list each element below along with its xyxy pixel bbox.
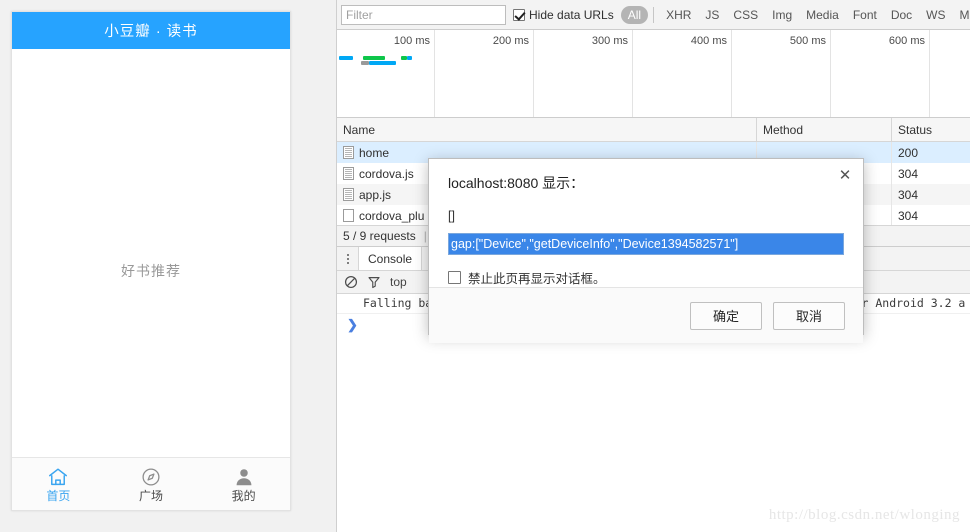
network-filter-bar: Hide data URLs All XHR JS CSS Img Media …: [337, 0, 970, 30]
dialog-prompt-input[interactable]: [448, 233, 844, 255]
request-name: cordova_plu: [359, 208, 425, 223]
waterfall-bar: [361, 61, 369, 65]
summary-separator: |: [423, 229, 427, 243]
dialog-message: []: [448, 209, 455, 223]
type-filter-font[interactable]: Font: [846, 6, 884, 24]
tab-item-square[interactable]: 广场: [105, 458, 198, 510]
close-icon[interactable]: ✕: [836, 166, 854, 184]
waterfall-bar: [407, 56, 412, 60]
checkbox-box: [448, 271, 461, 284]
type-filter-js[interactable]: JS: [698, 6, 726, 24]
type-filter-xhr[interactable]: XHR: [659, 6, 698, 24]
request-name: home: [359, 145, 390, 160]
timeline-tick-400: 400 ms: [633, 30, 732, 117]
hide-data-urls-checkbox[interactable]: Hide data URLs: [513, 8, 614, 22]
document-icon: [343, 167, 354, 180]
waterfall-bar: [363, 56, 385, 60]
app-content: 好书推荐: [12, 49, 290, 457]
app-title: 小豆瓣 · 读书: [104, 24, 198, 40]
suppress-dialogs-checkbox[interactable]: 禁止此页再显示对话框。: [448, 268, 844, 287]
request-status: 200: [898, 145, 919, 160]
document-icon: [343, 146, 354, 159]
type-filter-media[interactable]: Media: [799, 6, 846, 24]
network-table-header: Name Method Status: [337, 118, 970, 142]
type-filter-ws[interactable]: WS: [919, 6, 952, 24]
tab-label-mine: 我的: [231, 488, 256, 503]
tab-item-home[interactable]: 首页: [12, 458, 105, 510]
console-context-selector[interactable]: top: [390, 275, 407, 289]
screen-root: 小豆瓣 · 读书 好书推荐 首页 广场 我的 Filter Hide data …: [0, 0, 970, 532]
app-header: 小豆瓣 · 读书: [12, 12, 290, 49]
request-status: 304: [898, 166, 919, 181]
filter-divider: [653, 6, 655, 23]
tab-item-mine[interactable]: 我的: [197, 458, 290, 510]
person-icon: [233, 466, 255, 488]
mobile-emulator-pane: 小豆瓣 · 读书 好书推荐 首页 广场 我的: [0, 0, 336, 532]
timeline-tick-100: 100 ms: [337, 30, 435, 117]
dialog-actions: 确定 取消: [429, 287, 863, 343]
column-header-status[interactable]: Status: [892, 118, 970, 141]
clear-console-icon[interactable]: [344, 275, 358, 289]
kebab-menu-icon[interactable]: [337, 247, 359, 270]
resource-type-filters: All XHR JS CSS Img Media Font Doc WS M: [620, 5, 970, 24]
filter-input[interactable]: [341, 4, 506, 25]
request-name: app.js: [359, 187, 392, 202]
column-header-method[interactable]: Method: [757, 118, 892, 141]
tab-label-home: 首页: [46, 488, 71, 503]
empty-state-text: 好书推荐: [121, 263, 181, 279]
checkbox-box: [513, 8, 525, 21]
dialog-title: localhost:8080 显示：: [448, 175, 585, 191]
bottom-tab-bar: 首页 广场 我的: [12, 457, 290, 510]
type-filter-manifest[interactable]: M: [953, 6, 970, 24]
request-count: 5 / 9 requests: [343, 229, 416, 243]
request-name: cordova.js: [359, 166, 414, 181]
timeline-tick-200: 200 ms: [435, 30, 534, 117]
home-icon: [47, 466, 69, 488]
document-icon: [343, 188, 354, 201]
network-timeline-overview[interactable]: 100 ms 200 ms 300 ms 400 ms 500 ms 600 m…: [337, 30, 970, 118]
column-header-name[interactable]: Name: [337, 118, 757, 141]
tab-console[interactable]: Console: [359, 247, 423, 270]
compass-icon: [140, 466, 162, 488]
request-status: 304: [898, 187, 919, 202]
timeline-tick-600: 600 ms: [831, 30, 930, 117]
hide-data-urls-label: Hide data URLs: [529, 7, 614, 22]
type-filter-doc[interactable]: Doc: [884, 6, 919, 24]
request-status: 304: [898, 208, 919, 223]
prompt-caret-icon: ❯: [347, 317, 358, 332]
filter-funnel-icon[interactable]: [367, 275, 381, 289]
waterfall-bar: [339, 56, 353, 60]
phone-frame: 小豆瓣 · 读书 好书推荐 首页 广场 我的: [11, 11, 291, 511]
type-filter-img[interactable]: Img: [765, 6, 799, 24]
dialog-body: ✕ localhost:8080 显示： [] 禁止此页再显示对话框。: [429, 159, 863, 287]
cancel-button[interactable]: 取消: [773, 301, 845, 330]
timeline-tick-500: 500 ms: [732, 30, 831, 117]
type-filter-all[interactable]: All: [620, 5, 649, 24]
ok-button[interactable]: 确定: [690, 301, 762, 330]
javascript-prompt-dialog: ✕ localhost:8080 显示： [] 禁止此页再显示对话框。 确定 取…: [428, 158, 864, 343]
tab-label-square: 广场: [139, 488, 164, 503]
blank-file-icon: [343, 209, 354, 222]
waterfall-bar: [369, 61, 396, 65]
suppress-dialogs-label: 禁止此页再显示对话框。: [468, 272, 606, 286]
type-filter-css[interactable]: CSS: [726, 6, 765, 24]
timeline-tick-300: 300 ms: [534, 30, 633, 117]
